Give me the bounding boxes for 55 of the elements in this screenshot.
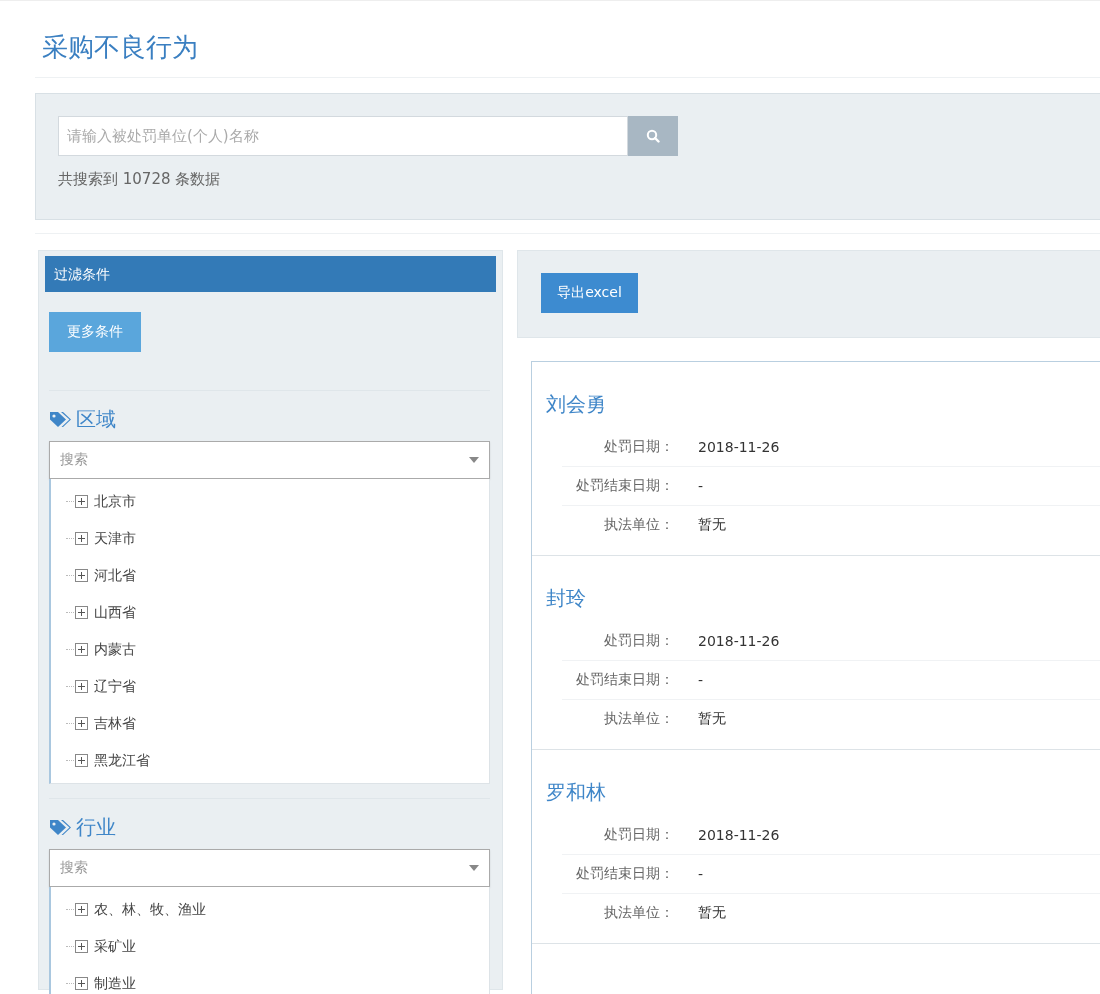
field-label: 执法单位： (603, 710, 674, 728)
page-title: 采购不良行为 (42, 31, 199, 63)
field-label: 处罚日期： (603, 826, 674, 844)
field-label: 处罚结束日期： (575, 865, 674, 883)
tree-item[interactable]: 制造业 (94, 974, 136, 993)
field-label: 处罚结束日期： (575, 477, 674, 495)
field-value: 暂无 (698, 904, 726, 922)
field-value: 2018-11-26 (698, 439, 780, 455)
export-button[interactable]: 导出excel (541, 273, 638, 313)
field-label: 处罚结束日期： (575, 671, 674, 689)
field-value: - (698, 866, 704, 882)
field-label: 执法单位： (603, 904, 674, 922)
tree-item[interactable]: 采矿业 (94, 937, 136, 956)
field-value: 2018-11-26 (698, 827, 780, 843)
tree-item[interactable]: 北京市 (94, 492, 136, 511)
tree-item[interactable]: 吉林省 (94, 714, 136, 733)
tree-item[interactable]: 内蒙古 (94, 640, 136, 659)
field-value: 暂无 (698, 710, 726, 728)
expand-icon[interactable] (75, 606, 88, 619)
search-field[interactable]: 请输入被处罚单位(个人)名称 (58, 116, 628, 156)
expand-icon[interactable] (75, 532, 88, 545)
field-label: 处罚日期： (603, 632, 674, 650)
tree-item[interactable]: 辽宁省 (94, 677, 136, 696)
field-value: 2018-11-26 (698, 633, 780, 649)
search-icon (646, 129, 660, 143)
field-value: - (698, 478, 704, 494)
section-title: 行业 (76, 814, 116, 841)
expand-icon[interactable] (75, 977, 88, 990)
caret-icon (469, 457, 479, 463)
expand-icon[interactable] (75, 643, 88, 656)
person-name[interactable]: 刘会勇 (546, 390, 1100, 418)
tree-item[interactable]: 农、林、牧、渔业 (94, 900, 206, 919)
result-count: 共搜索到 10728 条数据 (58, 170, 221, 189)
tree-item[interactable]: 河北省 (94, 566, 136, 585)
caret-icon (469, 865, 479, 871)
expand-icon[interactable] (75, 569, 88, 582)
person-name[interactable]: 封玲 (546, 584, 1100, 612)
field-label: 处罚日期： (603, 438, 674, 456)
section-title: 区域 (76, 406, 116, 433)
tree-item[interactable]: 黑龙江省 (94, 751, 150, 770)
field-value: 暂无 (698, 516, 726, 534)
tag-icon (49, 818, 73, 836)
field-label: 执法单位： (603, 516, 674, 534)
expand-icon[interactable] (75, 940, 88, 953)
expand-icon[interactable] (75, 754, 88, 767)
person-name[interactable]: 罗和林 (546, 778, 1100, 806)
filter-header: 过滤条件 (45, 256, 496, 292)
tag-icon (49, 410, 73, 428)
field-value: - (698, 672, 704, 688)
expand-icon[interactable] (75, 495, 88, 508)
expand-icon[interactable] (75, 903, 88, 916)
expand-icon[interactable] (75, 717, 88, 730)
tree-item[interactable]: 天津市 (94, 529, 136, 548)
tree-item[interactable]: 山西省 (94, 603, 136, 622)
expand-icon[interactable] (75, 680, 88, 693)
